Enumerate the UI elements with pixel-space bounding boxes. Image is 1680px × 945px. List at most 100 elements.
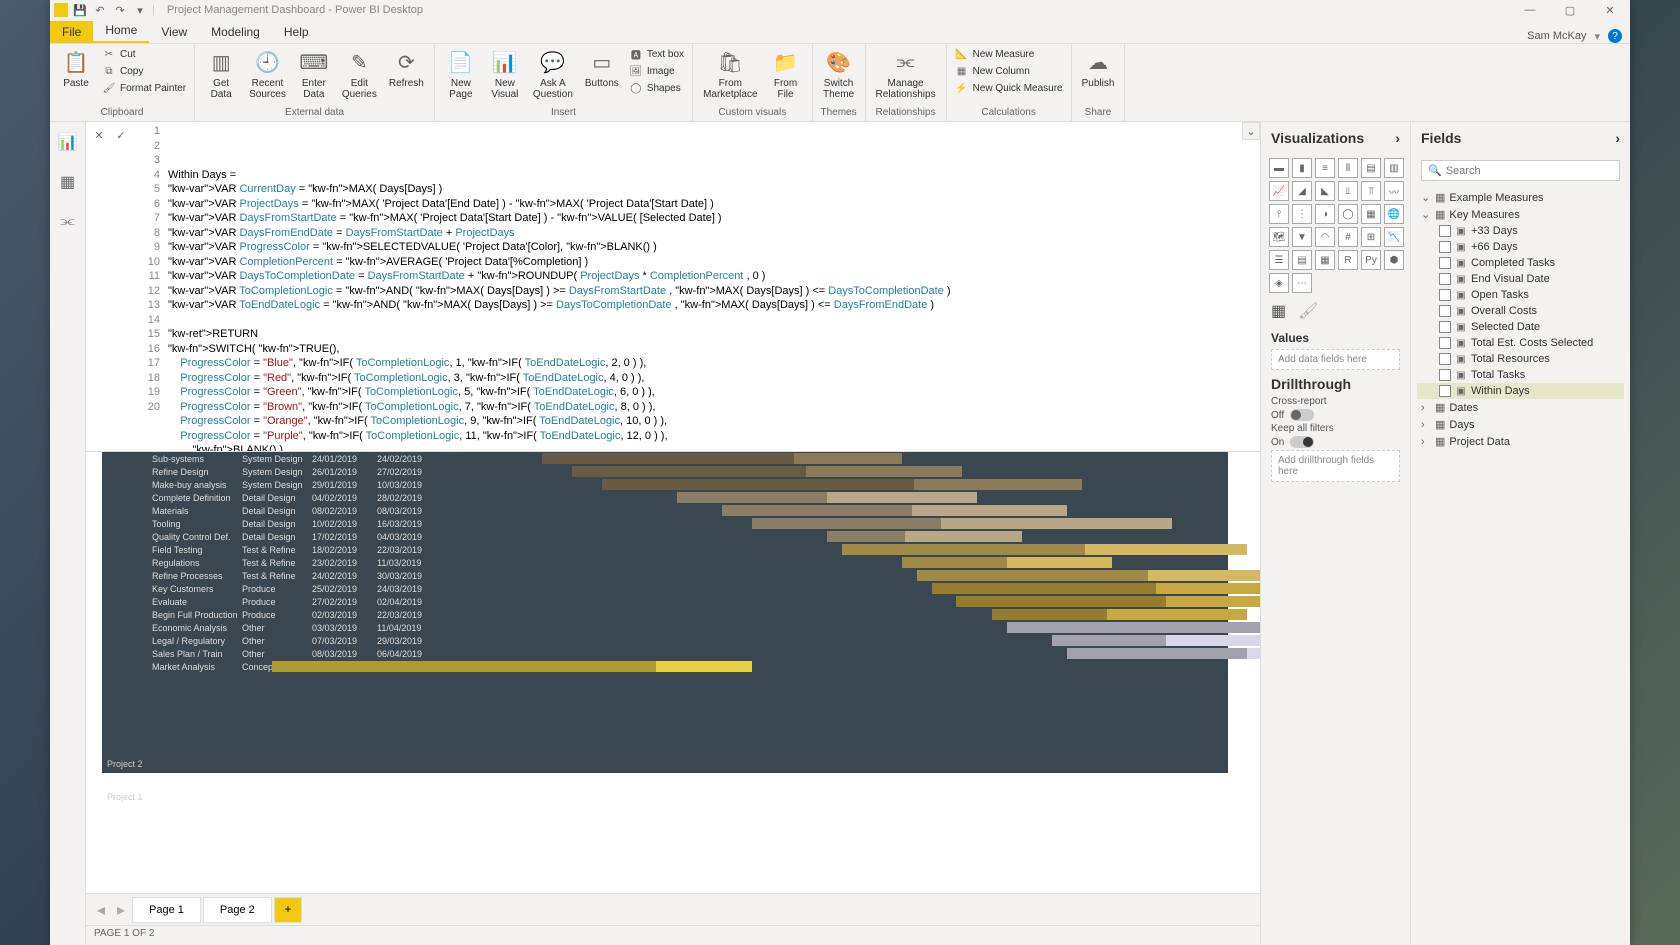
table-node[interactable]: ›▦Days xyxy=(1417,416,1624,433)
viz-clustered-column[interactable]: ⫴ xyxy=(1338,158,1358,178)
report-canvas[interactable]: Project 1 Project 2 Sub-systemsSystem De… xyxy=(86,452,1260,893)
fields-tab-icon[interactable]: ▦ xyxy=(1271,301,1286,321)
viz-scatter[interactable]: ⋮ xyxy=(1292,204,1312,224)
field-node[interactable]: ▣+33 Days xyxy=(1417,223,1624,239)
tab-modeling[interactable]: Modeling xyxy=(199,21,272,43)
viz-pie[interactable]: ◑ xyxy=(1315,204,1335,224)
data-view-button[interactable]: ▦ xyxy=(56,170,80,194)
field-node[interactable]: ▣Total Est. Costs Selected xyxy=(1417,335,1624,351)
viz-line-stacked[interactable]: ⫫ xyxy=(1338,181,1358,201)
new-visual-button[interactable]: 📊New Visual xyxy=(485,46,525,102)
viz-funnel[interactable]: ▼ xyxy=(1292,227,1312,247)
viz-arcgis[interactable]: ⬢ xyxy=(1384,250,1404,270)
user-dropdown-icon[interactable]: ▾ xyxy=(1594,30,1600,43)
image-button[interactable]: 🖼Image xyxy=(627,63,686,79)
viz-py[interactable]: Py xyxy=(1361,250,1381,270)
viz-stacked-area[interactable]: ◣ xyxy=(1315,181,1335,201)
undo-icon[interactable]: ↶ xyxy=(92,2,108,18)
fields-collapse-icon[interactable]: › xyxy=(1615,130,1620,146)
edit-queries-button[interactable]: ✎Edit Queries xyxy=(338,46,381,102)
paste-button[interactable]: 📋Paste xyxy=(56,46,96,91)
from-marketplace-button[interactable]: 🛍From Marketplace xyxy=(699,46,761,102)
viz-table[interactable]: ▤ xyxy=(1292,250,1312,270)
page-tab-1[interactable]: Page 1 xyxy=(132,897,201,923)
get-data-button[interactable]: ▥Get Data xyxy=(201,46,241,102)
page-tab-2[interactable]: Page 2 xyxy=(203,897,272,923)
new-quick-measure-button[interactable]: ⚡New Quick Measure xyxy=(953,80,1065,96)
viz-100-column[interactable]: ▥ xyxy=(1384,158,1404,178)
formula-commit-button[interactable]: ✓ xyxy=(112,126,130,144)
from-file-button[interactable]: 📁From File xyxy=(766,46,806,102)
viz-card[interactable]: # xyxy=(1338,227,1358,247)
viz-line-clustered[interactable]: ⫪ xyxy=(1361,181,1381,201)
viz-ribbon[interactable]: 〰 xyxy=(1384,181,1404,201)
fields-search[interactable]: 🔍 xyxy=(1421,160,1620,181)
viz-stacked-column[interactable]: ▮ xyxy=(1292,158,1312,178)
qat-dropdown-icon[interactable]: ▾ xyxy=(132,2,148,18)
tab-help[interactable]: Help xyxy=(272,21,321,43)
format-tab-icon[interactable]: 🖌 xyxy=(1298,301,1318,321)
switch-theme-button[interactable]: 🎨Switch Theme xyxy=(819,46,859,102)
page-prev-button[interactable]: ◂ xyxy=(92,901,110,919)
field-node[interactable]: ▣Selected Date xyxy=(1417,319,1624,335)
table-node[interactable]: ›▦Project Data xyxy=(1417,433,1624,450)
formula-editor[interactable]: 1234567891011121314151617181920 Within D… xyxy=(140,122,1260,451)
field-node[interactable]: ▣Total Resources xyxy=(1417,351,1624,367)
viz-line[interactable]: 📈 xyxy=(1269,181,1289,201)
shapes-button[interactable]: ◯Shapes xyxy=(627,80,686,96)
viz-clustered-bar[interactable]: ≡ xyxy=(1315,158,1335,178)
new-column-button[interactable]: ▦New Column xyxy=(953,63,1065,79)
help-icon[interactable]: ? xyxy=(1608,29,1622,43)
field-node[interactable]: ▣Open Tasks xyxy=(1417,287,1624,303)
viz-r[interactable]: R xyxy=(1338,250,1358,270)
redo-icon[interactable]: ↷ xyxy=(112,2,128,18)
gantt-visual[interactable]: Project 1 Project 2 Sub-systemsSystem De… xyxy=(102,452,1228,773)
save-icon[interactable]: 💾 xyxy=(72,2,88,18)
values-well[interactable]: Add data fields here xyxy=(1271,349,1400,370)
viz-100-bar[interactable]: ▤ xyxy=(1361,158,1381,178)
viz-donut[interactable]: ◯ xyxy=(1338,204,1358,224)
close-button[interactable]: ✕ xyxy=(1590,0,1630,20)
minimize-button[interactable]: — xyxy=(1510,0,1550,20)
viz-custom[interactable]: ◈ xyxy=(1269,273,1289,293)
page-next-button[interactable]: ▸ xyxy=(112,901,130,919)
enter-data-button[interactable]: ⌨Enter Data xyxy=(294,46,334,102)
publish-button[interactable]: ☁Publish xyxy=(1078,46,1119,91)
viz-treemap[interactable]: ▦ xyxy=(1361,204,1381,224)
viz-more[interactable]: ⋯ xyxy=(1292,273,1312,293)
tab-view[interactable]: View xyxy=(149,21,199,43)
viz-map[interactable]: 🌐 xyxy=(1384,204,1404,224)
field-node[interactable]: ▣Overall Costs xyxy=(1417,303,1624,319)
report-view-button[interactable]: 📊 xyxy=(56,130,80,154)
manage-relationships-button[interactable]: ⫘Manage Relationships xyxy=(872,46,940,102)
viz-multi-card[interactable]: ⊞ xyxy=(1361,227,1381,247)
viz-waterfall[interactable]: ⫯ xyxy=(1269,204,1289,224)
cut-button[interactable]: ✂Cut xyxy=(100,46,188,62)
drillthrough-well[interactable]: Add drillthrough fields here xyxy=(1271,450,1400,482)
cross-report-toggle[interactable] xyxy=(1290,409,1314,421)
ask-question-button[interactable]: 💬Ask A Question xyxy=(529,46,577,102)
viz-filled-map[interactable]: 🗺 xyxy=(1269,227,1289,247)
keep-filters-toggle[interactable] xyxy=(1290,436,1314,448)
viz-matrix[interactable]: ▦ xyxy=(1315,250,1335,270)
field-node[interactable]: ▣Total Tasks xyxy=(1417,367,1624,383)
new-measure-button[interactable]: 📐New Measure xyxy=(953,46,1065,62)
viz-stacked-bar[interactable]: ▬ xyxy=(1269,158,1289,178)
format-painter-button[interactable]: 🖌Format Painter xyxy=(100,80,188,96)
viz-kpi[interactable]: 📉 xyxy=(1384,227,1404,247)
recent-sources-button[interactable]: 🕘Recent Sources xyxy=(245,46,290,102)
model-view-button[interactable]: ⫘ xyxy=(56,210,80,234)
refresh-button[interactable]: ⟳Refresh xyxy=(385,46,428,91)
search-input[interactable] xyxy=(1446,165,1613,177)
viz-collapse-icon[interactable]: › xyxy=(1395,130,1400,146)
viz-area[interactable]: ◢ xyxy=(1292,181,1312,201)
tab-file[interactable]: File xyxy=(50,21,93,43)
field-node[interactable]: ▣Within Days xyxy=(1417,383,1624,399)
table-node[interactable]: ⌄▦Example Measures xyxy=(1417,189,1624,206)
formula-cancel-button[interactable]: ✕ xyxy=(90,126,108,144)
new-page-button[interactable]: 📄New Page xyxy=(441,46,481,102)
formula-bar[interactable]: ✕ ✓ 1234567891011121314151617181920 With… xyxy=(86,122,1260,452)
add-page-button[interactable]: + xyxy=(274,897,302,923)
field-node[interactable]: ▣End Visual Date xyxy=(1417,271,1624,287)
text-box-button[interactable]: 🅰Text box xyxy=(627,46,686,62)
